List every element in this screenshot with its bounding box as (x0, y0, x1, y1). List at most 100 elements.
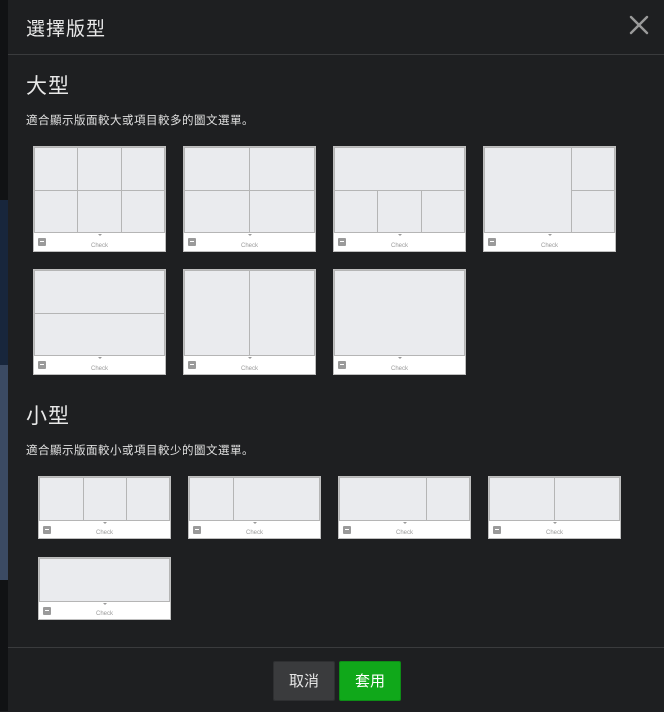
template-small-1-wide-1-narrow[interactable]: Check (338, 476, 471, 539)
layout-cell (426, 477, 470, 521)
cancel-button[interactable]: 取消 (273, 661, 335, 701)
layout-cell (377, 190, 422, 233)
layout-cell (334, 147, 465, 191)
caret-icon (397, 234, 402, 236)
dialog-footer: 取消 套用 (8, 647, 664, 712)
menu-bar: Check (334, 356, 465, 374)
layout-cell (34, 147, 78, 191)
layout-cell (421, 190, 465, 233)
bar-text: Check (390, 243, 408, 249)
layout-cell (121, 190, 165, 233)
layout-cell (571, 190, 615, 233)
layout-preview (39, 558, 170, 602)
underlying-panel (0, 365, 8, 580)
template-dialog: 選擇版型 大型 適合顯示版面較大或項目較多的圖文選單。 Check Check … (8, 0, 664, 711)
bar-text: Check (395, 530, 413, 536)
layout-cell (334, 190, 378, 233)
template-large-2-columns[interactable]: Check (183, 269, 316, 375)
section-desc-small: 適合顯示版面較小或項目較少的圖文選單。 (26, 443, 254, 457)
layout-cell (184, 270, 250, 356)
menu-bar: Check (184, 356, 315, 374)
layout-cell (39, 477, 84, 521)
layout-preview (339, 477, 470, 521)
dialog-title: 選擇版型 (26, 18, 107, 40)
bar-text: Check (540, 243, 558, 249)
underlying-page (0, 0, 8, 711)
layout-cell (34, 313, 165, 356)
caret-icon (97, 234, 102, 236)
menu-bar: Check (39, 521, 170, 538)
layout-preview (184, 147, 315, 233)
caret-icon (247, 234, 252, 236)
caret-icon (252, 522, 257, 524)
layout-cell (39, 558, 170, 602)
layout-cell (334, 270, 465, 356)
section-title-large: 大型 (26, 74, 70, 98)
menu-bar: Check (489, 521, 620, 538)
template-large-4-grid[interactable]: Check (183, 146, 316, 252)
menu-bar: Check (484, 233, 615, 251)
layout-cell (34, 190, 78, 233)
menu-bar: Check (334, 233, 465, 251)
template-small-1-narrow-1-wide[interactable]: Check (188, 476, 321, 539)
bar-text: Check (240, 243, 258, 249)
caret-icon (102, 603, 107, 605)
layout-cell (184, 190, 250, 233)
layout-cell (77, 190, 122, 233)
template-large-6-grid[interactable]: Check (33, 146, 166, 252)
layout-preview (334, 147, 465, 233)
bar-text: Check (240, 366, 258, 372)
bar-text: Check (90, 366, 108, 372)
caret-icon (547, 234, 552, 236)
layout-preview (184, 270, 315, 356)
template-large-1-top-3-bottom[interactable]: Check (333, 146, 466, 252)
layout-cell (339, 477, 427, 521)
dialog-header: 選擇版型 (8, 0, 664, 55)
caret-icon (552, 522, 557, 524)
section-desc-large: 適合顯示版面較大或項目較多的圖文選單。 (26, 113, 254, 127)
layout-cell (554, 477, 620, 521)
bar-text: Check (545, 530, 563, 536)
layout-preview (34, 147, 165, 233)
caret-icon (247, 357, 252, 359)
layout-preview (489, 477, 620, 521)
template-small-2-columns[interactable]: Check (488, 476, 621, 539)
layout-cell (489, 477, 555, 521)
layout-cell (249, 147, 315, 191)
bar-text: Check (245, 530, 263, 536)
layout-cell (249, 190, 315, 233)
layout-cell (233, 477, 320, 521)
bar-text: Check (95, 611, 113, 617)
layout-cell (571, 147, 615, 191)
menu-bar: Check (339, 521, 470, 538)
caret-icon (397, 357, 402, 359)
caret-icon (102, 522, 107, 524)
layout-cell (484, 147, 572, 233)
layout-cell (121, 147, 165, 191)
layout-preview (334, 270, 465, 356)
template-large-1-left-2-right[interactable]: Check (483, 146, 616, 252)
template-large-2-rows[interactable]: Check (33, 269, 166, 375)
layout-cell (184, 147, 250, 191)
layout-cell (249, 270, 315, 356)
layout-cell (34, 270, 165, 314)
layout-cell (77, 147, 122, 191)
apply-button[interactable]: 套用 (339, 661, 401, 701)
template-small-3-columns[interactable]: Check (38, 476, 171, 539)
layout-preview (189, 477, 320, 521)
layout-preview (39, 477, 170, 521)
close-icon[interactable] (628, 14, 650, 36)
caret-icon (97, 357, 102, 359)
layout-cell (83, 477, 127, 521)
section-title-small: 小型 (26, 404, 70, 428)
menu-bar: Check (34, 233, 165, 251)
bar-text: Check (90, 243, 108, 249)
layout-cell (126, 477, 170, 521)
template-small-1-full[interactable]: Check (38, 557, 171, 620)
menu-bar: Check (184, 233, 315, 251)
layout-cell (189, 477, 234, 521)
caret-icon (402, 522, 407, 524)
layout-preview (34, 270, 165, 356)
menu-bar: Check (34, 356, 165, 374)
template-large-1-full[interactable]: Check (333, 269, 466, 375)
